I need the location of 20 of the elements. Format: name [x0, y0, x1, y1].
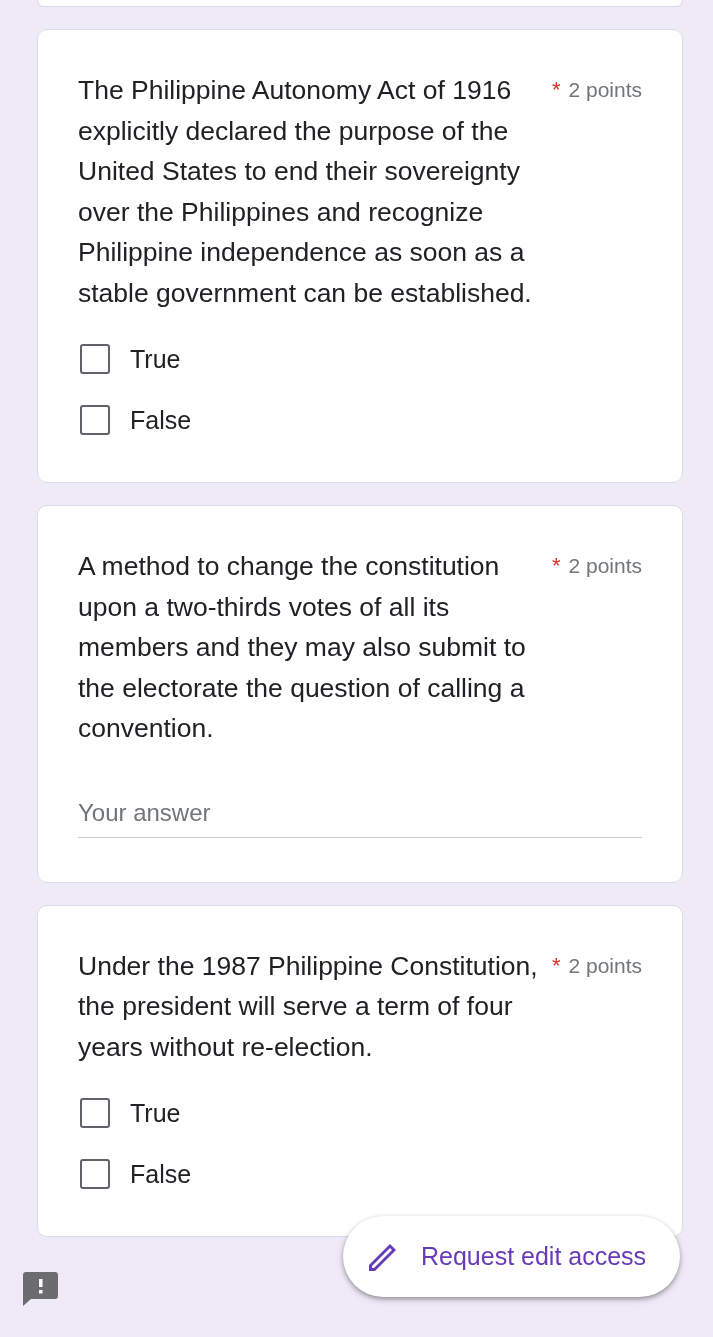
- checkbox[interactable]: [80, 344, 110, 374]
- points-label: 2 points: [568, 554, 642, 578]
- option-label: True: [130, 1098, 181, 1128]
- feedback-icon[interactable]: [23, 1272, 58, 1306]
- checkbox[interactable]: [80, 405, 110, 435]
- required-asterisk: *: [551, 954, 561, 977]
- answer-field[interactable]: Your answer: [78, 798, 642, 838]
- points-label: 2 points: [568, 953, 642, 978]
- checkbox[interactable]: [80, 1159, 110, 1189]
- question-text: Under the 1987 Philippine Constitution, the president will serve a term of four years without re-election.: [78, 949, 539, 1064]
- option-label: False: [130, 1159, 192, 1189]
- option-label: True: [130, 344, 181, 374]
- required-asterisk: *: [551, 79, 561, 101]
- request-edit-access-button[interactable]: Request edit access: [343, 1216, 680, 1297]
- required-asterisk: *: [551, 555, 561, 577]
- checkbox[interactable]: [80, 1098, 110, 1128]
- option-label: False: [130, 405, 192, 435]
- points-label: 2 points: [568, 78, 642, 102]
- question-text: A method to change the constitution upon a two-thirds votes of all its members and they may also submit to the electorate the question of calling a convention.: [78, 550, 527, 745]
- question-text: The Philippine Autonomy Act of 1916 explicitly declared the purpose of the United States to end their sovereignty over the Philippines and recognize Philippine independence as soon as a stable government can be established.: [78, 74, 533, 310]
